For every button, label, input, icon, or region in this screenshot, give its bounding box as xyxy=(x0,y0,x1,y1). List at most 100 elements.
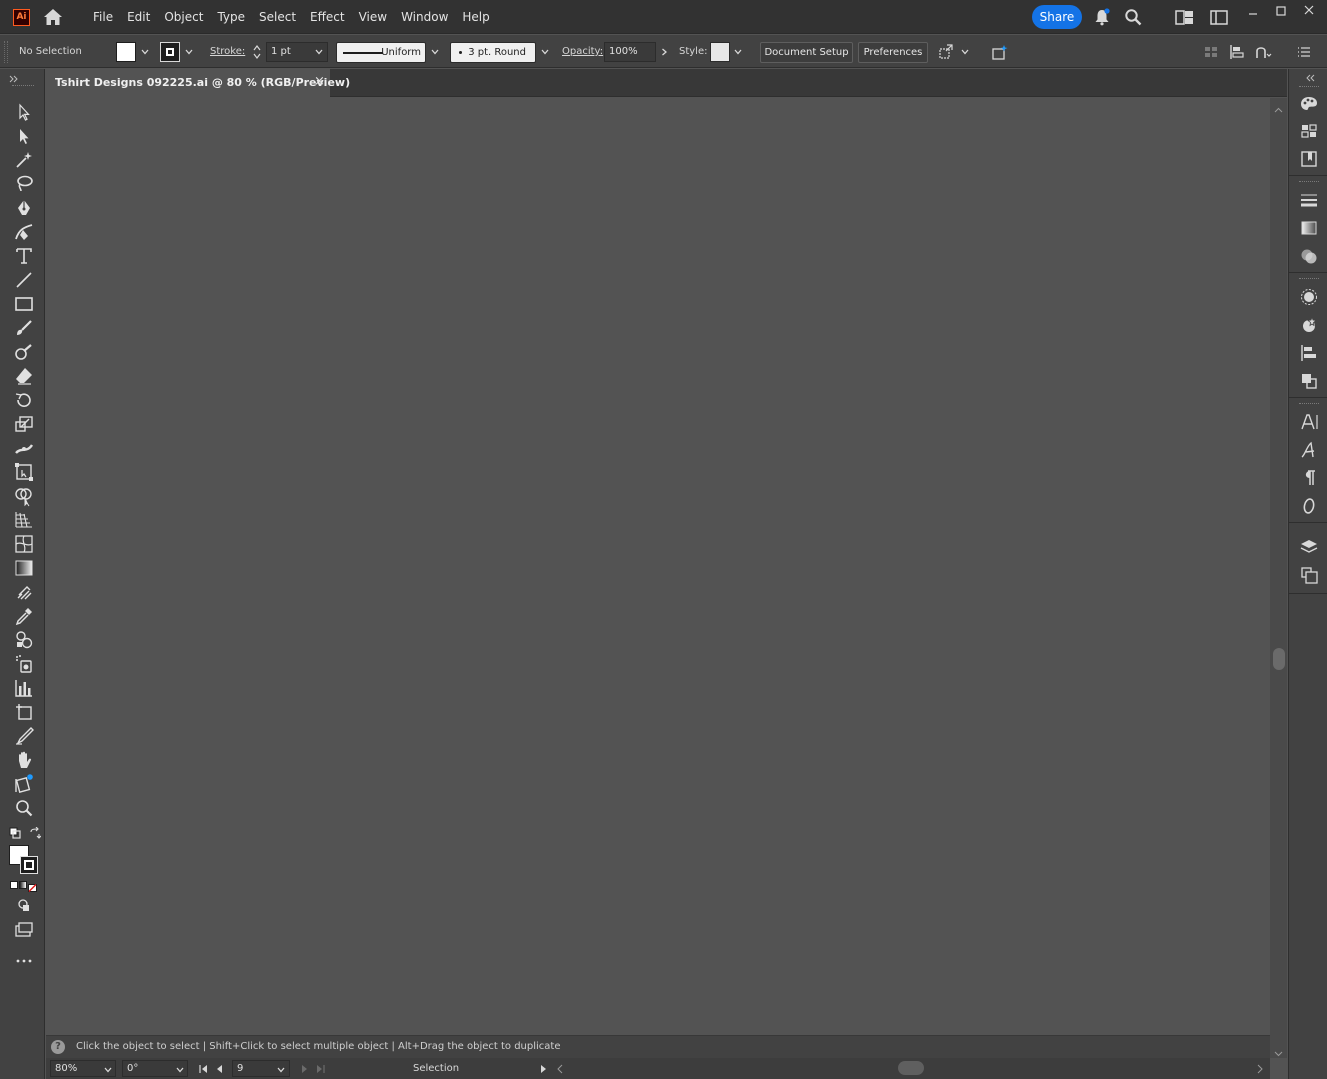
first-artboard-icon[interactable] xyxy=(198,1063,210,1073)
column-graph-tool-icon[interactable] xyxy=(13,677,35,699)
shape-builder-tool-icon[interactable] xyxy=(13,485,35,507)
profile-chevron-icon[interactable] xyxy=(430,46,440,56)
menu-object[interactable]: Object xyxy=(157,0,210,34)
none-mode-icon[interactable] xyxy=(28,881,37,892)
mesh-tool-icon[interactable] xyxy=(13,533,35,555)
panel-group-grip[interactable] xyxy=(1299,181,1319,184)
scroll-right-icon[interactable] xyxy=(1256,1063,1264,1074)
width-tool-icon[interactable] xyxy=(13,437,35,459)
bell-icon[interactable] xyxy=(1093,8,1111,26)
appearance-icon[interactable] xyxy=(1299,287,1319,307)
eyedropper-tool-icon[interactable] xyxy=(13,605,35,627)
expand-panels-icon[interactable] xyxy=(1305,71,1317,82)
paintbrush-tool-icon[interactable] xyxy=(13,317,35,339)
close-tab-icon[interactable]: × xyxy=(314,75,326,89)
opacity-label[interactable]: Opacity: xyxy=(562,46,603,57)
fill-dropdown-chevron-icon[interactable] xyxy=(140,46,150,56)
vertical-scrollbar[interactable] xyxy=(1270,98,1287,1058)
horizontal-scroll-thumb[interactable] xyxy=(898,1061,924,1075)
menu-type[interactable]: Type xyxy=(210,0,252,34)
transform-align-icon[interactable] xyxy=(937,43,955,61)
stroke-dropdown-chevron-icon[interactable] xyxy=(184,46,194,56)
blend-tool-icon[interactable] xyxy=(13,581,35,603)
brush-definition[interactable]: 3 pt. Round xyxy=(450,42,536,63)
isolate-path-icon[interactable] xyxy=(1254,43,1272,61)
rotate-view-tool-icon[interactable] xyxy=(13,773,35,795)
graphic-style-swatch[interactable] xyxy=(710,42,730,62)
scroll-down-icon[interactable] xyxy=(1274,1046,1283,1057)
selection-tool-icon[interactable] xyxy=(13,101,35,123)
last-artboard-icon[interactable] xyxy=(314,1063,326,1073)
panel-menu-icon[interactable] xyxy=(1295,43,1313,61)
transform-chevron-icon[interactable] xyxy=(960,46,970,56)
distribute-icon[interactable] xyxy=(1228,43,1246,61)
gradient-panel-icon[interactable] xyxy=(1299,218,1319,238)
glyphs-icon[interactable] xyxy=(1299,440,1319,460)
scale-tool-icon[interactable] xyxy=(13,413,35,435)
search-icon[interactable] xyxy=(1124,8,1142,26)
menu-view[interactable]: View xyxy=(352,0,394,34)
pathfinder-icon[interactable] xyxy=(1299,371,1319,391)
rotation-chevron-icon[interactable] xyxy=(175,1064,185,1074)
collapse-toolbar-icon[interactable] xyxy=(8,72,20,83)
paragraph-icon[interactable] xyxy=(1299,468,1319,488)
panel-group-grip[interactable] xyxy=(1299,403,1319,406)
menu-window[interactable]: Window xyxy=(394,0,455,34)
line-segment-tool-icon[interactable] xyxy=(13,269,35,291)
live-paint-bucket-tool-icon[interactable] xyxy=(13,629,35,651)
align-icon[interactable] xyxy=(1299,343,1319,363)
zoom-tool-icon[interactable] xyxy=(13,797,35,819)
stroke-label[interactable]: Stroke: xyxy=(210,46,245,57)
stroke-stepper-icon[interactable] xyxy=(250,42,264,62)
document-setup-button[interactable]: Document Setup xyxy=(760,42,853,63)
swap-fill-stroke-icon[interactable] xyxy=(29,826,42,839)
color-guide-icon[interactable] xyxy=(1299,94,1319,114)
stroke-color-swatch[interactable] xyxy=(20,856,38,874)
menu-edit[interactable]: Edit xyxy=(120,0,157,34)
screen-mode-icon[interactable] xyxy=(14,921,34,939)
gradient-tool-icon[interactable] xyxy=(13,557,35,579)
zoom-chevron-icon[interactable] xyxy=(103,1064,113,1074)
artboard-canvas[interactable] xyxy=(46,98,1270,1034)
status-menu-icon[interactable] xyxy=(538,1063,548,1073)
close-window-icon[interactable] xyxy=(1299,3,1319,19)
swatches-icon[interactable] xyxy=(1299,121,1319,141)
rectangle-tool-icon[interactable] xyxy=(13,293,35,315)
align-panel-icon[interactable] xyxy=(1202,43,1220,61)
drawing-mode-icon[interactable] xyxy=(15,897,33,915)
pen-tool-icon[interactable] xyxy=(13,197,35,219)
share-button[interactable]: Share xyxy=(1032,5,1082,29)
variable-width-profile[interactable]: Uniform xyxy=(336,42,426,63)
arrange-documents-icon[interactable] xyxy=(1175,10,1194,25)
stroke-swatch[interactable] xyxy=(160,42,180,62)
opacity-field[interactable]: 100% xyxy=(604,42,656,62)
magic-wand-tool-icon[interactable] xyxy=(13,149,35,171)
previous-artboard-icon[interactable] xyxy=(215,1063,225,1073)
minimize-icon[interactable] xyxy=(1243,4,1263,20)
toolbar-grip[interactable] xyxy=(12,85,34,88)
shaper-tool-icon[interactable] xyxy=(13,341,35,363)
style-chevron-icon[interactable] xyxy=(733,46,743,56)
menu-select[interactable]: Select xyxy=(252,0,303,34)
opentype-icon[interactable] xyxy=(1299,496,1319,516)
lasso-tool-icon[interactable] xyxy=(13,173,35,195)
gradient-mode-icon[interactable] xyxy=(19,881,27,889)
color-mode-icon[interactable] xyxy=(10,881,18,889)
brush-chevron-icon[interactable] xyxy=(540,46,550,56)
default-fill-stroke-icon[interactable] xyxy=(9,827,21,839)
menu-effect[interactable]: Effect xyxy=(303,0,352,34)
type-tool-icon[interactable] xyxy=(13,245,35,267)
vertical-scroll-thumb[interactable] xyxy=(1273,648,1285,670)
eraser-tool-icon[interactable] xyxy=(13,365,35,387)
stroke-panel-icon[interactable] xyxy=(1299,190,1319,210)
scroll-left-icon[interactable] xyxy=(556,1063,564,1074)
artboard-tool-icon[interactable] xyxy=(13,701,35,723)
next-artboard-icon[interactable] xyxy=(299,1063,309,1073)
slice-tool-icon[interactable] xyxy=(13,725,35,747)
free-transform-tool-icon[interactable] xyxy=(13,461,35,483)
libraries-icon[interactable] xyxy=(1299,149,1319,169)
perspective-grid-tool-icon[interactable] xyxy=(13,509,35,531)
maximize-icon[interactable] xyxy=(1271,4,1291,20)
control-bar-grip[interactable] xyxy=(4,41,8,63)
edit-toolbar-more-icon[interactable] xyxy=(14,955,34,965)
